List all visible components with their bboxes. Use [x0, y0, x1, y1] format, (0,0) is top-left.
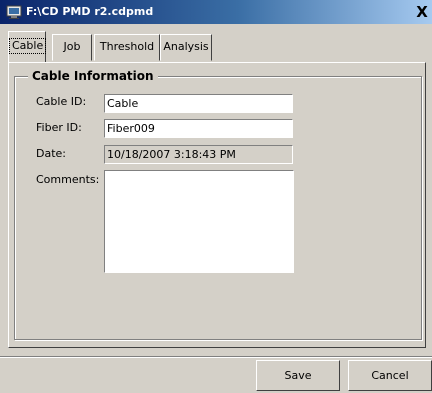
tab-job-label: Job	[63, 40, 81, 53]
group-title: Cable Information	[28, 69, 158, 83]
footer-separator	[0, 356, 432, 358]
comments-textarea[interactable]	[104, 170, 294, 273]
comments-label: Comments:	[36, 173, 100, 186]
tab-cable[interactable]: Cable	[8, 31, 47, 62]
save-button[interactable]: Save	[256, 360, 340, 391]
fiber-id-input[interactable]	[104, 119, 293, 138]
tab-cable-label: Cable	[9, 38, 47, 54]
title-bar: F:\CD PMD r2.cdpmd	[0, 0, 432, 24]
tab-threshold-label: Threshold	[99, 40, 155, 53]
app-icon	[6, 4, 22, 20]
tab-analysis[interactable]: Analysis	[160, 34, 212, 61]
tab-analysis-label: Analysis	[163, 40, 209, 53]
date-field	[104, 145, 293, 164]
cable-id-label: Cable ID:	[36, 95, 87, 108]
cable-id-input[interactable]	[104, 94, 293, 113]
cancel-button[interactable]: Cancel	[348, 360, 432, 391]
date-label: Date:	[36, 147, 66, 160]
close-icon[interactable]: X	[412, 2, 432, 22]
window-title: F:\CD PMD r2.cdpmd	[26, 5, 154, 18]
fiber-id-label: Fiber ID:	[36, 121, 82, 134]
tab-job[interactable]: Job	[52, 34, 92, 61]
tab-threshold[interactable]: Threshold	[94, 34, 160, 61]
